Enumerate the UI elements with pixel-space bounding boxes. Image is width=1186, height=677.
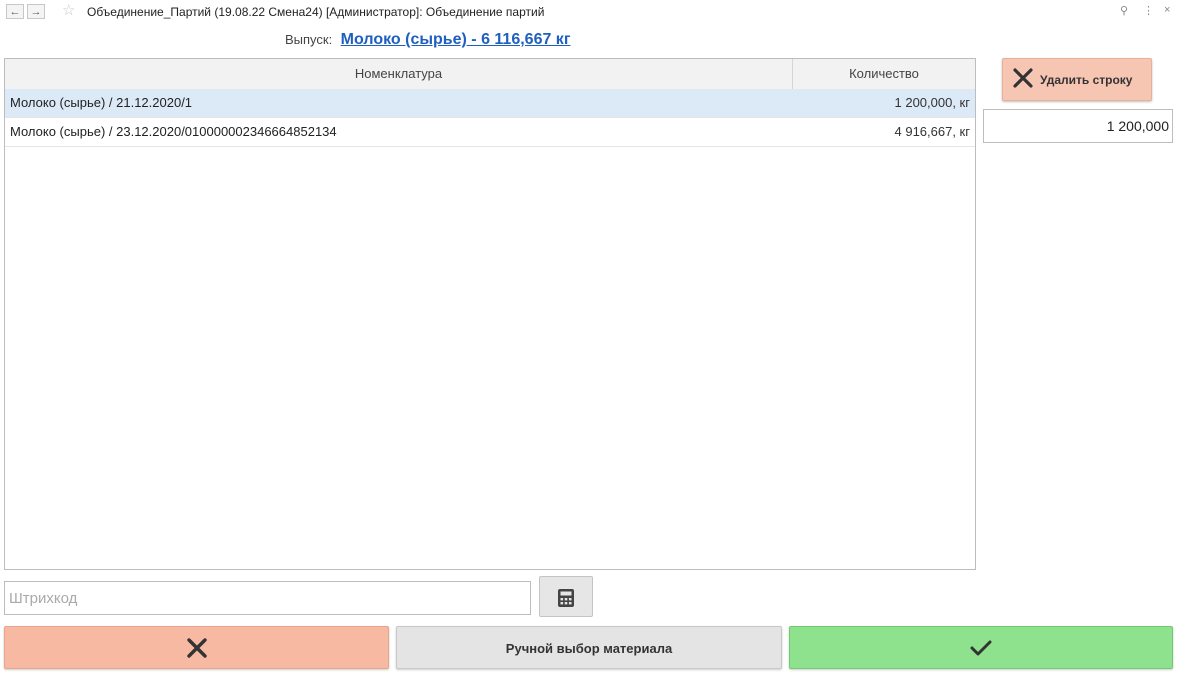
link-icon[interactable]: ⚲ [1120,4,1128,17]
delete-row-button[interactable]: Удалить строку [1002,58,1152,101]
row-nomenclature: Молоко (сырье) / 21.12.2020/1 [10,95,193,110]
column-header-quantity[interactable]: Количество [793,59,975,89]
output-line: Выпуск: Молоко (сырье) - 6 116,667 кг [285,31,570,49]
forward-arrow-icon[interactable]: → [27,4,45,19]
barcode-input[interactable] [4,581,531,615]
row-nomenclature: Молоко (сырье) / 23.12.2020/010000002346… [10,124,337,139]
table-row[interactable]: Молоко (сырье) / 23.12.2020/010000002346… [5,118,975,147]
star-icon[interactable]: ☆ [62,3,75,19]
checkmark-icon [970,640,992,655]
calculator-button[interactable] [539,576,593,617]
window-title: Объединение_Партий (19.08.22 Смена24) [А… [87,5,545,19]
title-bar: ← → ☆ Объединение_Партий (19.08.22 Смена… [0,0,1186,24]
menu-icon[interactable]: ⋮ [1143,4,1154,17]
calculator-icon [558,589,574,607]
row-quantity: 4 916,667, кг [894,124,971,139]
manual-select-label: Ручной выбор материала [505,641,673,656]
close-x-icon [1013,68,1033,88]
column-header-nomenclature[interactable]: Номенклатура [5,59,793,89]
cancel-x-icon [186,637,207,658]
output-link[interactable]: Молоко (сырье) - 6 116,667 кг [341,31,571,48]
manual-select-button[interactable]: Ручной выбор материала [396,626,782,669]
confirm-button[interactable] [789,626,1173,669]
close-icon[interactable]: × [1164,4,1170,16]
quantity-input[interactable] [983,109,1173,143]
materials-table: Номенклатура Количество Молоко (сырье) /… [4,58,976,570]
delete-row-label: Удалить строку [1040,73,1133,87]
table-row[interactable]: Молоко (сырье) / 21.12.2020/1 1 200,000,… [5,89,975,118]
output-label: Выпуск: [285,32,333,47]
cancel-button[interactable] [4,626,389,669]
table-header: Номенклатура Количество [5,59,975,90]
back-arrow-icon[interactable]: ← [6,4,24,19]
row-quantity: 1 200,000, кг [894,95,971,110]
